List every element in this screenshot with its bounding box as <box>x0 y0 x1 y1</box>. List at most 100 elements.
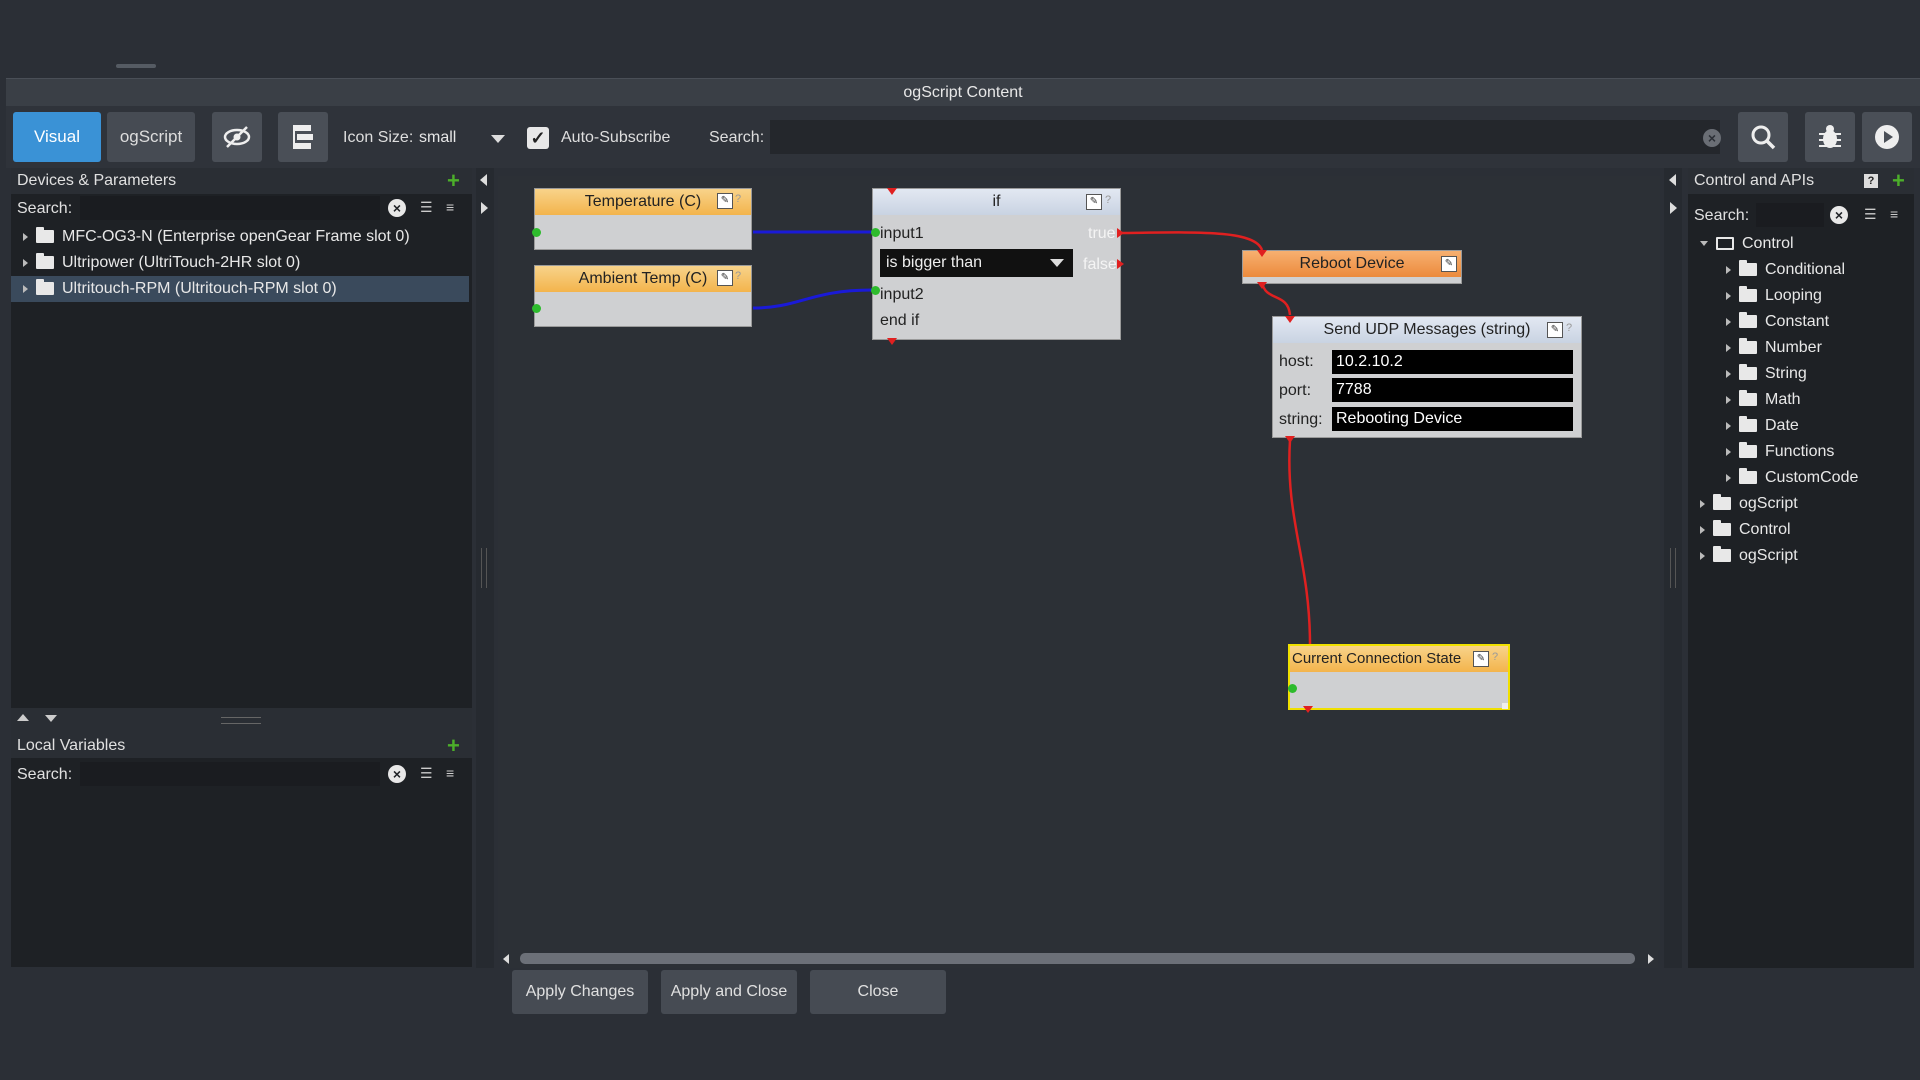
scroll-left-icon[interactable] <box>503 954 509 964</box>
add-icon[interactable]: + <box>1892 170 1905 192</box>
input1-label: input1 <box>880 225 924 242</box>
expand-icon[interactable] <box>1726 317 1731 326</box>
close-button[interactable]: Close <box>810 970 946 1014</box>
tree-constant[interactable]: Constant <box>1688 309 1914 335</box>
expand-icon[interactable] <box>1726 473 1731 482</box>
help-icon[interactable]: ? <box>1566 322 1572 334</box>
tree-conditional[interactable]: Conditional <box>1688 257 1914 283</box>
resize-handle[interactable] <box>1502 703 1508 709</box>
tree-item-label: Conditional <box>1765 261 1846 278</box>
wire-layer <box>752 230 1312 646</box>
chevron-down-icon[interactable] <box>1050 259 1064 267</box>
expand-icon[interactable] <box>1726 291 1731 300</box>
splitter-grip[interactable] <box>1670 548 1676 588</box>
tree-math[interactable]: Math <box>1688 387 1914 413</box>
tree-looping[interactable]: Looping <box>1688 283 1914 309</box>
flow-in-port[interactable] <box>887 188 897 195</box>
false-port[interactable] <box>1117 259 1124 269</box>
tree-control-root[interactable]: Control <box>1688 231 1914 257</box>
tree-item-label: String <box>1765 365 1807 382</box>
output-port[interactable] <box>532 228 541 237</box>
edit-icon[interactable]: ✎ <box>1086 194 1102 210</box>
expand-icon[interactable] <box>1726 395 1731 404</box>
expand-icon[interactable] <box>1700 551 1705 560</box>
edit-icon[interactable]: ✎ <box>1441 256 1457 272</box>
scroll-thumb[interactable] <box>520 953 1635 964</box>
collapse-icon[interactable] <box>1700 241 1708 247</box>
tree-ogscript-2[interactable]: ogScript <box>1688 543 1914 569</box>
scroll-right-icon[interactable] <box>1648 954 1654 964</box>
operator-value: is bigger than <box>886 254 983 271</box>
edit-icon[interactable]: ✎ <box>1473 651 1489 667</box>
folder-icon <box>1739 468 1757 485</box>
flow-out-port[interactable] <box>1257 282 1267 289</box>
folder-icon <box>1739 390 1757 407</box>
tree-item-label: CustomCode <box>1765 469 1859 486</box>
wire-udp-connstate <box>1288 439 1312 646</box>
folder-icon <box>1739 416 1757 433</box>
string-field[interactable]: Rebooting Device <box>1332 407 1573 431</box>
expand-icon[interactable] <box>1726 369 1731 378</box>
expand-right-icon[interactable] <box>1670 202 1677 214</box>
tree-date[interactable]: Date <box>1688 413 1914 439</box>
folder-icon <box>1713 546 1731 563</box>
apply-and-close-button[interactable]: Apply and Close <box>661 970 797 1014</box>
flow-in-port[interactable] <box>1285 316 1295 323</box>
host-label: host: <box>1279 353 1314 370</box>
end-if-label: end if <box>880 312 920 329</box>
tree-item-label: ogScript <box>1739 547 1798 564</box>
folder-icon <box>1739 286 1757 303</box>
folder-icon <box>1739 260 1757 277</box>
help-icon[interactable]: ? <box>735 270 741 282</box>
collapse-left-icon[interactable] <box>1669 174 1676 186</box>
expand-icon[interactable] <box>1726 447 1731 456</box>
tree-item-label: Control <box>1739 521 1791 538</box>
expand-icon[interactable] <box>1726 265 1731 274</box>
folder-open-icon <box>1716 237 1734 251</box>
output-port[interactable] <box>1288 684 1297 693</box>
folder-icon <box>1739 312 1757 329</box>
port-label: port: <box>1279 382 1312 399</box>
output-port[interactable] <box>532 304 541 313</box>
help-icon[interactable]: ? <box>1105 194 1111 206</box>
filter-icon[interactable]: ≡ <box>1890 206 1898 222</box>
sort-icon[interactable]: ☰ <box>1864 206 1877 223</box>
help-icon[interactable]: ? <box>1492 651 1498 663</box>
operator-select[interactable]: is bigger than <box>880 249 1073 277</box>
tree-functions[interactable]: Functions <box>1688 439 1914 465</box>
tree-string[interactable]: String <box>1688 361 1914 387</box>
input1-port[interactable] <box>871 228 880 237</box>
control-search-input[interactable] <box>1756 203 1824 227</box>
tree-number[interactable]: Number <box>1688 335 1914 361</box>
tree-ogscript-1[interactable]: ogScript <box>1688 491 1914 517</box>
clear-icon[interactable]: × <box>1830 206 1848 224</box>
host-field[interactable]: 10.2.10.2 <box>1332 350 1573 374</box>
true-port[interactable] <box>1117 228 1124 238</box>
edit-icon[interactable]: ✎ <box>717 193 733 209</box>
node-reboot[interactable]: Reboot Device <box>1242 250 1462 284</box>
folder-icon <box>1713 520 1731 537</box>
apply-changes-button[interactable]: Apply Changes <box>512 970 648 1014</box>
expand-icon[interactable] <box>1700 499 1705 508</box>
tree-control-2[interactable]: Control <box>1688 517 1914 543</box>
tree-item-label: Number <box>1765 339 1822 356</box>
expand-icon[interactable] <box>1726 343 1731 352</box>
help-icon[interactable]: ? <box>735 193 741 205</box>
flow-in-port[interactable] <box>1257 250 1267 257</box>
folder-icon <box>1739 338 1757 355</box>
folder-icon <box>1739 442 1757 459</box>
expand-icon[interactable] <box>1700 525 1705 534</box>
edit-icon[interactable]: ✎ <box>1547 322 1563 338</box>
help-icon[interactable]: ? <box>1864 174 1878 188</box>
port-field[interactable]: 7788 <box>1332 378 1573 402</box>
flow-out-port[interactable] <box>1285 436 1295 443</box>
tree-customcode[interactable]: CustomCode <box>1688 465 1914 491</box>
edit-icon[interactable]: ✎ <box>717 270 733 286</box>
tree-item-label: Constant <box>1765 313 1830 330</box>
tree-item-label: ogScript <box>1739 495 1798 512</box>
input2-port[interactable] <box>871 286 880 295</box>
tree-item-label: Control <box>1742 235 1794 252</box>
expand-icon[interactable] <box>1726 421 1731 430</box>
flow-out-port[interactable] <box>1303 706 1313 713</box>
flow-out-port[interactable] <box>887 338 897 345</box>
